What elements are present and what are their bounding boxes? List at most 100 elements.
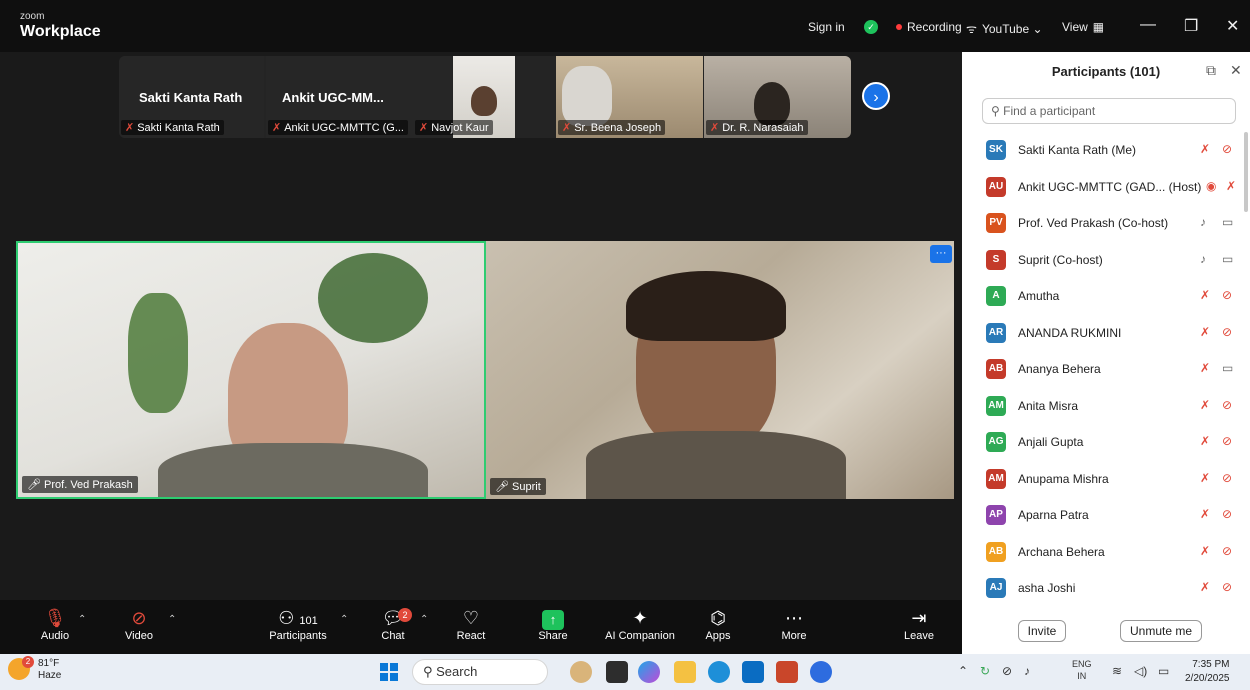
zoom-app-icon[interactable] [810,661,832,683]
avatar: S [986,249,1006,270]
unmute-me-button[interactable]: Unmute me [1120,620,1202,642]
audio-button[interactable]: 🎙︎ Audio ⌃ [20,606,90,642]
participant-row[interactable]: AG Anjali Gupta ✗ ⊘ [962,424,1250,460]
strip-tile[interactable]: ✗ Dr. R. Narasaiah [704,56,851,138]
mic-muted-icon[interactable]: ✗ [1200,325,1210,339]
strip-tile[interactable]: Sakti Kanta Rath ✗ Sakti Kanta Rath [119,56,264,138]
popout-icon[interactable]: ⧉ [1206,62,1216,79]
participant-row[interactable]: AU Ankit UGC-MMTTC (GAD... (Host) ◉ ✗ [962,169,1250,205]
video-tile-prof-ved-prakash[interactable]: 🎤︎ Prof. Ved Prakash [16,241,486,499]
chevron-up-icon[interactable]: ⌃ [958,664,968,678]
sign-in-link[interactable]: Sign in [808,20,845,34]
recording-indicator[interactable]: Recording [896,20,962,34]
language-indicator[interactable]: ENG IN [1072,658,1092,682]
mic-icon[interactable]: ♪ [1200,252,1206,266]
restore-icon[interactable]: ❐ [1184,16,1198,36]
task-view-icon[interactable] [606,661,628,683]
video-off-icon[interactable]: ⊘ [1222,580,1232,594]
video-off-icon[interactable]: ⊘ [1222,325,1232,339]
ellipsis-icon: ⋯ [785,608,803,628]
participant-row[interactable]: PV Prof. Ved Prakash (Co-host) ♪ ▭ [962,205,1250,241]
mic-muted-icon[interactable]: ✗ [1200,471,1210,485]
mic-muted-icon[interactable]: ✗ [1200,361,1210,375]
wifi-icon[interactable]: ≋ [1112,664,1122,678]
camera-icon[interactable]: ▭ [1222,215,1233,229]
volume-icon[interactable]: ◁) [1134,664,1147,678]
participant-row[interactable]: AM Anupama Mishra ✗ ⊘ [962,461,1250,497]
video-off-icon[interactable]: ⊘ [1222,142,1232,156]
mic-muted-icon[interactable]: ✗ [1200,580,1210,594]
video-button[interactable]: ⊘ Video ⌃ [104,606,176,642]
participant-row[interactable]: AM Anita Misra ✗ ⊘ [962,388,1250,424]
video-off-icon[interactable]: ⊘ [1222,471,1232,485]
close-icon[interactable]: ✕ [1226,16,1239,36]
mic-muted-icon[interactable]: ✗ [1226,179,1236,193]
apps-button[interactable]: ⌬ Apps [683,606,753,642]
more-button[interactable]: ⋯ More [759,606,829,642]
react-button[interactable]: ♡ React [436,606,506,642]
participant-name: Archana Behera [1018,544,1105,559]
taskbar-search[interactable]: ⚲ Search [412,659,548,685]
edge-icon[interactable] [708,661,730,683]
file-explorer-icon[interactable] [674,661,696,683]
avatar: AG [986,432,1006,452]
participant-row[interactable]: AJ asha Joshi ✗ ⊘ [962,570,1250,606]
strip-tile[interactable]: ✗ Sr. Beena Joseph [556,56,703,138]
strip-tile[interactable]: ✗ Navjot Kaur [415,56,515,138]
minimize-icon[interactable]: — [1140,16,1156,34]
participant-row[interactable]: SK Sakti Kanta Rath (Me) ✗ ⊘ [962,132,1250,168]
ai-companion-button[interactable]: ✦ AI Companion [600,606,680,642]
leave-button[interactable]: ⇥ Leave [884,606,954,642]
close-panel-icon[interactable]: ✕ [1230,62,1242,79]
participants-button[interactable]: ⚇ 101 Participants ⌃ [258,606,348,642]
battery-icon[interactable]: ▭ [1158,664,1169,678]
clock-time: 7:35 PM [1192,659,1230,670]
video-tile-suprit[interactable]: ··· 🎤︎ Suprit [486,241,954,499]
widget-app-icon[interactable] [570,661,592,683]
participant-row[interactable]: A Amutha ✗ ⊘ [962,278,1250,314]
plant-decoration [128,293,188,413]
video-off-icon[interactable]: ⊘ [1222,544,1232,558]
invite-button[interactable]: Invite [1018,620,1066,642]
share-button[interactable]: ↑ Share [518,606,588,642]
chat-button[interactable]: 💬︎ 2 Chat ⌃ [358,606,428,642]
record-icon[interactable]: ◉ [1206,179,1216,193]
mic-muted-icon[interactable]: ✗ [1200,142,1210,156]
powerpoint-icon[interactable] [776,661,798,683]
chevron-up-icon[interactable]: ⌃ [168,614,176,625]
video-off-icon[interactable]: ⊘ [1222,398,1232,412]
mic-muted-icon[interactable]: ✗ [1200,288,1210,302]
copilot-icon[interactable] [638,661,660,683]
view-menu[interactable]: View ▦ [1062,20,1104,34]
system-clock[interactable]: 7:35 PM 2/20/2025 [1185,658,1230,686]
youtube-stream-menu[interactable]: ᯤ YouTube ⌄ [966,20,1043,37]
participant-name: Ankit UGC-MMTTC (GAD... (Host) [1018,179,1202,194]
camera-icon[interactable]: ▭ [1222,361,1233,375]
video-off-icon[interactable]: ⊘ [1222,288,1232,302]
mic-muted-icon[interactable]: ✗ [1200,398,1210,412]
participant-row[interactable]: AR ANANDA RUKMINI ✗ ⊘ [962,315,1250,351]
more-options-icon[interactable]: ··· [930,245,952,263]
chevron-up-icon[interactable]: ⌃ [340,614,348,625]
security-shield-icon[interactable]: ✓ [864,20,878,34]
mic-muted-icon[interactable]: ✗ [1200,434,1210,448]
participant-row[interactable]: S Suprit (Co-host) ♪ ▭ [962,242,1250,278]
chevron-up-icon[interactable]: ⌃ [420,614,428,625]
location-icon[interactable]: ⊘ [1002,664,1012,678]
chevron-up-icon[interactable]: ⌃ [78,614,86,625]
video-off-icon[interactable]: ⊘ [1222,507,1232,521]
participant-row[interactable]: AP Aparna Patra ✗ ⊘ [962,497,1250,533]
mic-tray-icon[interactable]: ♪ [1024,664,1030,678]
participant-row[interactable]: AB Ananya Behera ✗ ▭ [962,351,1250,387]
windows-start-icon[interactable] [380,663,398,681]
participant-search-input[interactable]: ⚲ Find a participant [982,98,1236,124]
mic-icon[interactable]: ♪ [1200,215,1206,229]
participant-row[interactable]: AB Archana Behera ✗ ⊘ [962,534,1250,570]
mic-muted-icon[interactable]: ✗ [1200,544,1210,558]
video-off-icon[interactable]: ⊘ [1222,434,1232,448]
next-page-icon[interactable]: › [862,82,890,110]
store-icon[interactable] [742,661,764,683]
sync-icon[interactable]: ↻ [980,664,990,678]
camera-icon[interactable]: ▭ [1222,252,1233,266]
mic-muted-icon[interactable]: ✗ [1200,507,1210,521]
